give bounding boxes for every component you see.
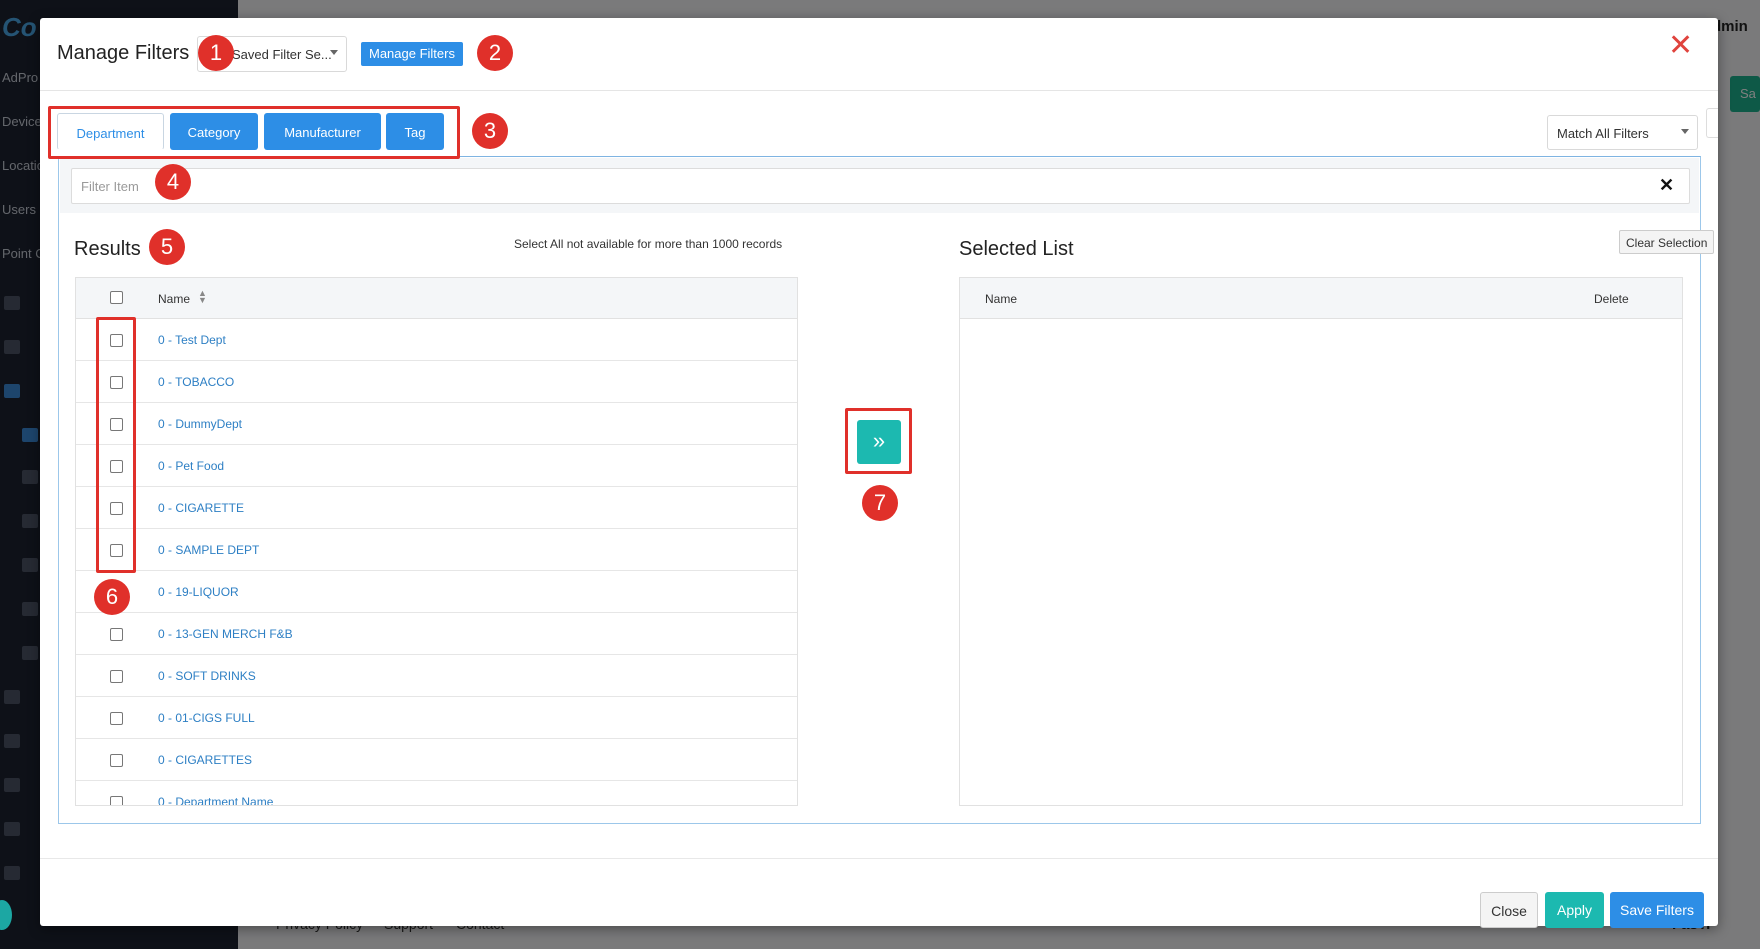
table-row: 0 - Pet Food xyxy=(76,445,797,487)
scroll-handle xyxy=(1706,108,1718,138)
annotation-marker-1: 1 xyxy=(198,35,234,71)
table-row: 0 - CIGARETTES xyxy=(76,739,797,781)
annotation-marker-2: 2 xyxy=(477,35,513,71)
annotation-marker-5: 5 xyxy=(149,229,185,265)
clear-selection-button[interactable]: Clear Selection xyxy=(1619,230,1715,254)
table-row: 0 - CIGARETTE xyxy=(76,487,797,529)
row-name-link[interactable]: 0 - CIGARETTES xyxy=(158,753,252,767)
clear-filter-icon[interactable]: ✕ xyxy=(1659,176,1674,194)
annotation-box-checkboxes xyxy=(96,317,136,573)
annotation-marker-3: 3 xyxy=(472,113,508,149)
select-all-note: Select All not available for more than 1… xyxy=(514,237,783,251)
row-checkbox[interactable] xyxy=(110,628,123,641)
row-name-link[interactable]: 0 - 01-CIGS FULL xyxy=(158,711,255,725)
row-name-link[interactable]: 0 - SOFT DRINKS xyxy=(158,669,256,683)
manage-filters-button[interactable]: Manage Filters xyxy=(361,42,463,66)
modal-title: Manage Filters xyxy=(57,42,190,64)
annotation-marker-7: 7 xyxy=(862,485,898,521)
modal-footer-divider xyxy=(40,858,1718,859)
filter-item-input[interactable] xyxy=(71,168,1690,204)
row-name-link[interactable]: 0 - TOBACCO xyxy=(158,375,234,389)
annotation-marker-4: 4 xyxy=(155,164,191,200)
annotation-box-move-button xyxy=(845,408,912,474)
filter-search-bar: ✕ xyxy=(60,158,1699,213)
row-name-link[interactable]: 0 - Department Name xyxy=(158,795,273,805)
row-name-link[interactable]: 0 - 13-GEN MERCH F&B xyxy=(158,627,293,641)
modal-header: Manage Filters Saved Filter Se... Manage… xyxy=(40,18,1718,91)
selected-name-column-header: Name xyxy=(985,292,1018,306)
annotation-box-tabs xyxy=(48,106,460,159)
saved-filter-select-value: Saved Filter Se... xyxy=(232,47,332,62)
table-row: 0 - 01-CIGS FULL xyxy=(76,697,797,739)
results-table-header: Name ▲ ▼ xyxy=(76,278,797,319)
table-row: 0 - 19-LIQUOR xyxy=(76,571,797,613)
table-row: 0 - Test Dept xyxy=(76,319,797,361)
table-row: 0 - DummyDept xyxy=(76,403,797,445)
selected-delete-column-header: Delete xyxy=(1594,292,1629,306)
table-row: 0 - Department Name xyxy=(76,781,797,805)
selected-table-header: Name Delete xyxy=(960,278,1682,319)
row-checkbox[interactable] xyxy=(110,670,123,683)
row-name-link[interactable]: 0 - CIGARETTE xyxy=(158,501,244,515)
table-row: 0 - 13-GEN MERCH F&B xyxy=(76,613,797,655)
close-icon[interactable]: ✕ xyxy=(1668,31,1693,61)
close-button[interactable]: Close xyxy=(1480,892,1538,928)
row-name-link[interactable]: 0 - 19-LIQUOR xyxy=(158,585,239,599)
row-name-link[interactable]: 0 - DummyDept xyxy=(158,417,242,431)
row-checkbox[interactable] xyxy=(110,712,123,725)
selected-list-title: Selected List xyxy=(959,238,1074,260)
row-checkbox[interactable] xyxy=(110,796,123,805)
apply-button[interactable]: Apply xyxy=(1545,892,1604,928)
annotation-marker-6: 6 xyxy=(94,579,130,615)
table-row: 0 - SOFT DRINKS xyxy=(76,655,797,697)
match-filters-select[interactable]: Match All Filters xyxy=(1547,115,1698,150)
save-filters-button[interactable]: Save Filters xyxy=(1610,892,1704,928)
results-table: Name ▲ ▼ 0 - Test Dept 0 - TOBACCO 0 - Du… xyxy=(75,277,798,806)
row-checkbox[interactable] xyxy=(110,754,123,767)
table-row: 0 - TOBACCO xyxy=(76,361,797,403)
row-name-link[interactable]: 0 - Pet Food xyxy=(158,459,224,473)
chevron-down-icon xyxy=(1681,129,1689,134)
name-column-header[interactable]: Name xyxy=(158,292,190,306)
select-all-checkbox[interactable] xyxy=(110,291,123,304)
sort-icon[interactable]: ▲ ▼ xyxy=(198,289,207,305)
row-name-link[interactable]: 0 - Test Dept xyxy=(158,333,226,347)
selected-list-table: Name Delete xyxy=(959,277,1683,806)
results-title: Results xyxy=(74,238,141,260)
table-row: 0 - SAMPLE DEPT xyxy=(76,529,797,571)
chevron-down-icon xyxy=(330,50,338,55)
match-filters-select-value: Match All Filters xyxy=(1557,126,1649,141)
row-name-link[interactable]: 0 - SAMPLE DEPT xyxy=(158,543,259,557)
